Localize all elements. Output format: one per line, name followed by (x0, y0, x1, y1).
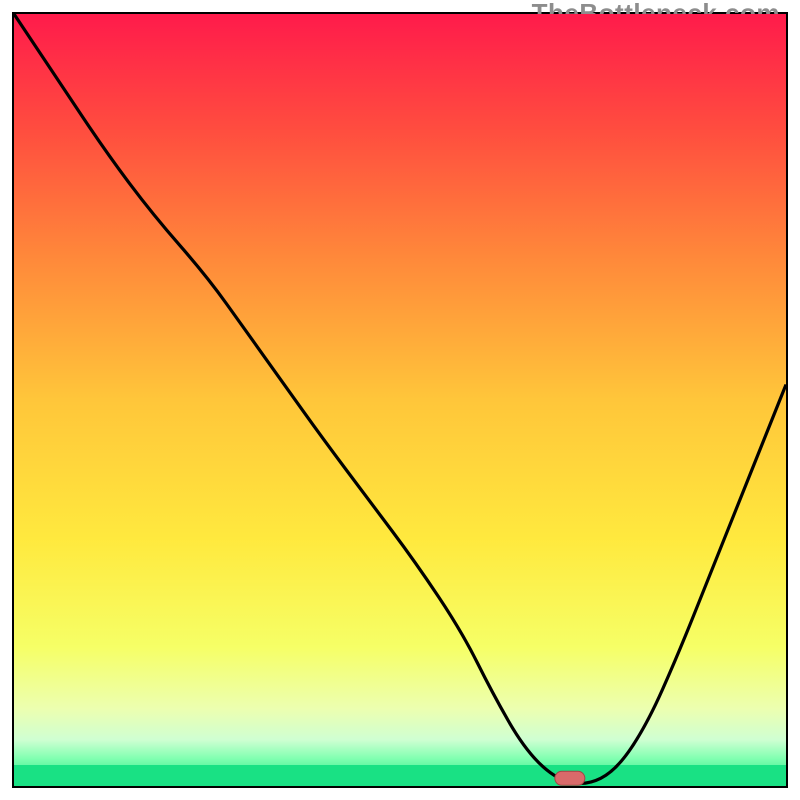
optimal-marker (555, 771, 585, 785)
chart-frame: TheBottleneck.com (12, 12, 788, 788)
chart-baseline-strip (14, 765, 786, 786)
chart-canvas (14, 14, 786, 786)
